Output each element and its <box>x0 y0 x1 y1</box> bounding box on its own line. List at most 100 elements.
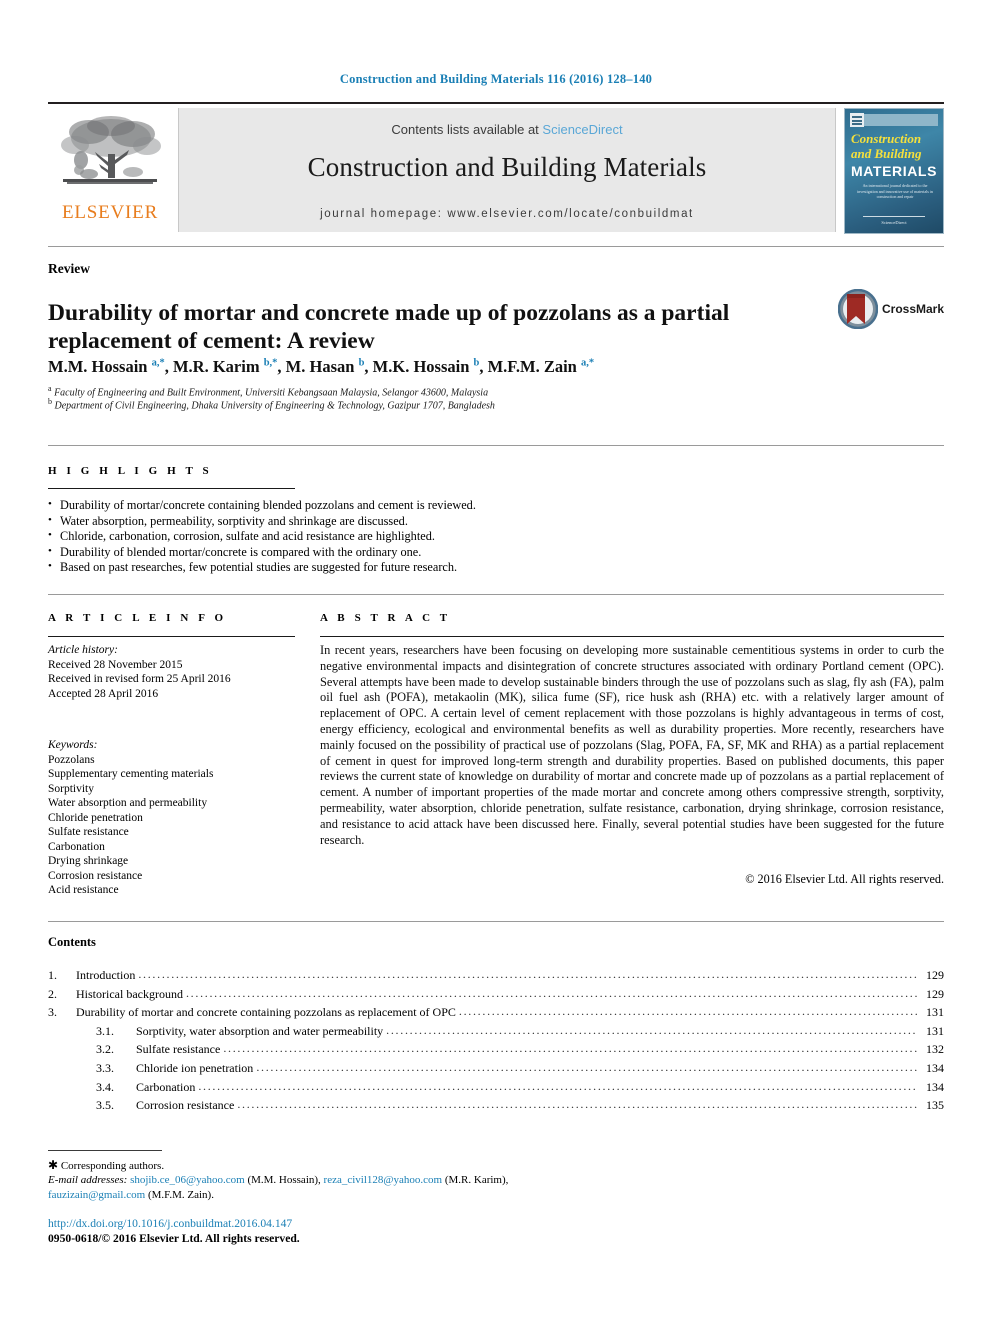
highlights-heading: H I G H L I G H T S <box>48 465 213 477</box>
email-addresses-label: E-mail addresses: <box>48 1174 131 1187</box>
cover-title-line1: Construction <box>851 131 922 146</box>
list-item: Water absorption, permeability, sorptivi… <box>48 513 748 530</box>
contents-entry-number: 3. <box>48 1005 57 1020</box>
list-item: Based on past researches, few potential … <box>48 559 748 576</box>
email-addresses-line: E-mail addresses: shojib.ce_06@yahoo.com… <box>48 1173 608 1202</box>
contents-entry-number: 3.1. <box>96 1023 114 1038</box>
article-history: Article history: Received 28 November 20… <box>48 643 298 701</box>
contents-entry[interactable]: 3.3. Chloride ion penetration............… <box>48 1059 944 1078</box>
contents-entry[interactable]: 2. Historical background.................… <box>48 985 944 1004</box>
contents-leader-dots: ........................................… <box>198 1078 917 1093</box>
keyword-item: Corrosion resistance <box>48 869 143 882</box>
masthead-center-band: Contents lists available at ScienceDirec… <box>178 108 836 232</box>
contents-leader-dots: ........................................… <box>386 1022 917 1037</box>
contents-entry[interactable]: 3.5. Corrosion resistance................… <box>48 1096 944 1115</box>
article-history-item: Received 28 November 2015 <box>48 658 183 671</box>
footnote-divider <box>48 1150 162 1151</box>
contents-leader-dots: ........................................… <box>256 1059 917 1074</box>
contents-entry-number: 3.3. <box>96 1060 114 1075</box>
contents-entry-page: 131 <box>926 1005 944 1020</box>
elsevier-wordmark: ELSEVIER <box>61 202 159 223</box>
contents-entry-title: Durability of mortar and concrete contai… <box>76 1005 456 1020</box>
keyword-item: Carbonation <box>48 840 105 853</box>
list-item: Durability of mortar/concrete containing… <box>48 497 748 514</box>
doi-link[interactable]: http://dx.doi.org/10.1016/j.conbuildmat.… <box>48 1216 608 1231</box>
contents-entry-page: 129 <box>926 986 944 1001</box>
asterisk-icon: ✱ <box>48 1158 59 1172</box>
journal-cover-thumbnail[interactable]: Construction and Building MATERIALS An i… <box>844 108 944 234</box>
email-link[interactable]: reza_civil128@yahoo.com <box>324 1174 443 1186</box>
contents-entry-title: Corrosion resistance <box>136 1098 235 1113</box>
article-history-heading: Article history: <box>48 644 118 656</box>
keyword-item: Sulfate resistance <box>48 826 129 838</box>
abstract-text: In recent years, researchers have been f… <box>320 643 944 847</box>
email-owner: (M.M. Hossain), <box>244 1174 324 1187</box>
contents-entry[interactable]: 3. Durability of mortar and concrete cont… <box>48 1003 944 1022</box>
table-of-contents: 1. Introduction..........................… <box>48 966 944 1115</box>
article-history-item: Accepted 28 April 2016 <box>48 687 159 700</box>
keywords-block: Keywords: Pozzolans Supplementary cement… <box>48 738 298 898</box>
contents-entry-number: 3.2. <box>96 1042 114 1057</box>
highlights-rule <box>48 488 295 489</box>
list-item: Durability of blended mortar/concrete is… <box>48 544 748 561</box>
contents-entry[interactable]: 1. Introduction..........................… <box>48 966 944 985</box>
keyword-item: Acid resistance <box>48 884 119 896</box>
contents-top-divider <box>48 921 944 922</box>
journal-homepage-link[interactable]: journal homepage: www.elsevier.com/locat… <box>179 208 835 220</box>
contents-entry-title: Historical background <box>76 986 183 1001</box>
cover-title-line2: and Building <box>851 146 922 161</box>
journal-article-first-page: Construction and Building Materials 116 … <box>0 0 992 1323</box>
info-top-divider <box>48 594 944 595</box>
journal-title: Construction and Building Materials <box>307 152 707 182</box>
contents-entry-page: 135 <box>926 1098 944 1113</box>
elsevier-logo: ELSEVIER <box>48 108 172 232</box>
cover-subtitle: An international journal dedicated to th… <box>857 183 933 199</box>
article-info-heading: A R T I C L E I N F O <box>48 612 227 624</box>
article-history-item: Received in revised form 25 April 2016 <box>48 673 231 685</box>
contents-leader-dots: ........................................… <box>458 1004 917 1019</box>
contents-entry-page: 134 <box>926 1060 944 1075</box>
keyword-item: Sorptivity <box>48 782 95 795</box>
email-link[interactable]: fauzizain@gmail.com <box>48 1189 145 1201</box>
contents-entry-title: Carbonation <box>136 1079 196 1094</box>
title-divider <box>48 246 944 247</box>
contents-entry-page: 134 <box>926 1079 944 1094</box>
keyword-item: Chloride penetration <box>48 811 143 824</box>
crossmark-badge[interactable]: CrossMark <box>838 289 944 333</box>
affiliation-b-text: Department of Civil Engineering, Dhaka U… <box>54 400 495 412</box>
sciencedirect-link[interactable]: ScienceDirect <box>542 122 622 137</box>
contents-entry-page: 129 <box>926 968 944 982</box>
contents-leader-dots: ........................................… <box>138 967 917 981</box>
contents-prefix: Contents lists available at <box>391 122 543 137</box>
contents-entry-number: 3.4. <box>96 1079 114 1094</box>
contents-entry[interactable]: 3.2. Sulfate resistance..................… <box>48 1040 944 1059</box>
cover-title-line3: MATERIALS <box>851 163 938 179</box>
contents-leader-dots: ........................................… <box>185 985 917 1000</box>
corresponding-authors-text: Corresponding authors. <box>60 1160 165 1172</box>
affiliation-b: b Department of Civil Engineering, Dhaka… <box>48 397 495 412</box>
contents-entry-number: 2. <box>48 986 57 1001</box>
contents-entry-title: Introduction <box>76 968 136 982</box>
contents-leader-dots: ........................................… <box>223 1041 917 1056</box>
article-type-label: Review <box>48 261 90 276</box>
contents-leader-dots: ........................................… <box>237 1097 917 1112</box>
footnote-corresponding-authors: ✱ Corresponding authors. E-mail addresse… <box>48 1158 608 1202</box>
contents-available-line: Contents lists available at ScienceDirec… <box>179 122 835 137</box>
doi-block: http://dx.doi.org/10.1016/j.conbuildmat.… <box>48 1216 608 1246</box>
contents-entry-number: 3.5. <box>96 1098 114 1113</box>
corresponding-authors-line: ✱ Corresponding authors. <box>48 1158 608 1173</box>
list-item: Chloride, carbonation, corrosion, sulfat… <box>48 528 748 545</box>
cover-footer-mark: ScienceDirect <box>863 216 925 225</box>
keyword-item: Water absorption and permeability <box>48 797 208 809</box>
contents-entry-title: Sorptivity, water absorption and water p… <box>136 1023 384 1038</box>
contents-entry-page: 132 <box>926 1042 944 1057</box>
email-link[interactable]: shojib.ce_06@yahoo.com <box>130 1174 245 1186</box>
contents-heading: Contents <box>48 935 96 949</box>
contents-entry[interactable]: 3.1. Sorptivity, water absorption and wat… <box>48 1022 944 1041</box>
abstract-heading: A B S T R A C T <box>320 612 451 624</box>
article-info-rule <box>48 636 295 637</box>
highlights-top-divider <box>48 445 944 446</box>
email-owner: (M.F.M. Zain). <box>145 1188 214 1201</box>
contents-entry-title: Sulfate resistance <box>136 1042 221 1057</box>
contents-entry[interactable]: 3.4. Carbonation.........................… <box>48 1078 944 1097</box>
